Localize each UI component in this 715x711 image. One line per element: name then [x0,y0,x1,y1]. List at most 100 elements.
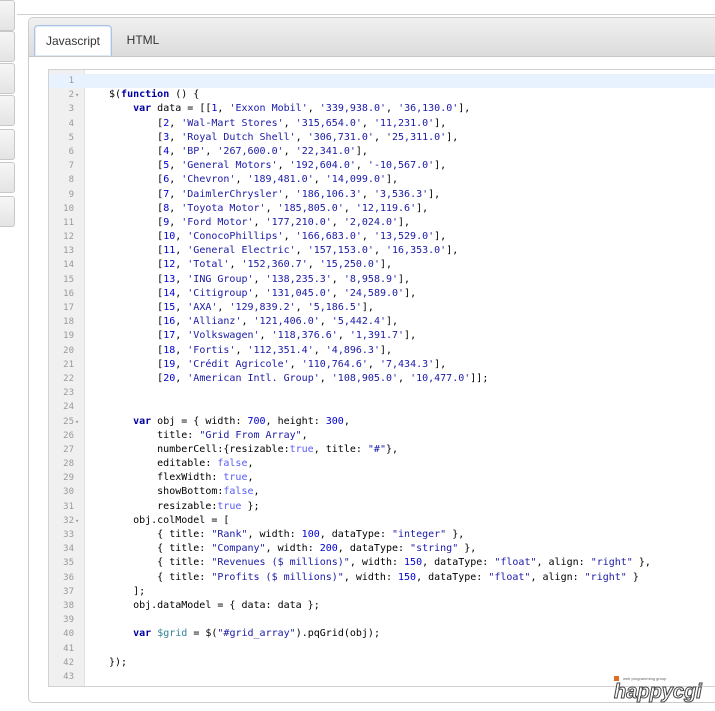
code-line[interactable]: 42}); [49,656,715,670]
code-line[interactable]: 2 ▾ $(function () { [49,88,715,102]
code-line[interactable]: 21 [19, 'Crédit Agricole', '110,764.6', … [49,358,715,372]
code-line[interactable]: 5 [3, 'Royal Dutch Shell', '306,731.0', … [49,131,715,145]
line-number: 33 [63,530,74,540]
code-line[interactable]: 11 [9, 'Ford Motor', '177,210.0', '2,024… [49,216,715,230]
code-line[interactable]: 30 showBottom:false, [49,485,715,499]
code-text: [19, 'Crédit Agricole', '110,764.6', '7,… [109,358,447,370]
code-line[interactable]: 26 title: "Grid From Array", [49,429,715,443]
tab-bar: Javascript HTML [29,18,715,57]
line-number: 24 [63,402,74,413]
code-line[interactable]: 19 [17, 'Volkswagen', '118,376.6', '1,39… [49,329,715,343]
line-number: 1 [68,76,74,86]
code-line[interactable]: 3 var data = [[1, 'Exxon Mobil', '339,93… [49,102,715,116]
line-number: 32 [63,515,74,526]
code-line[interactable]: 8 [6, 'Chevron', '189,481.0', '14,099.0'… [49,173,715,187]
code-line[interactable]: 41 [49,642,715,656]
side-tab[interactable] [0,31,15,62]
side-tab[interactable] [0,196,15,227]
tab-javascript[interactable]: Javascript [34,25,112,56]
code-line[interactable]: 18 [16, 'Allianz', '121,406.0', '5,442.4… [49,315,715,329]
code-line[interactable]: 6 [4, 'BP', '267,600.0', '22,341.0'], [49,145,715,159]
line-number: 31 [63,501,74,512]
line-number: 18 [63,317,74,328]
code-text: [20, 'American Intl. Group', '108,905.0'… [109,372,489,384]
code-line[interactable]: 34 { title: "Company", width: 200, dataT… [49,542,715,556]
code-line[interactable]: 7 [5, 'General Motors', '192,604.0', '-1… [49,159,715,173]
tab-html[interactable]: HTML [117,25,169,55]
code-text: [12, 'Total', '152,360.7', '15,250.0'], [109,259,393,271]
line-number: 37 [63,586,74,597]
code-line[interactable]: 10 [8, 'Toyota Motor', '185,805.0', '12,… [49,202,715,216]
code-line[interactable]: 20 [18, 'Fortis', '112,351.4', '4,896.3'… [49,344,715,358]
code-line[interactable]: 15 [13, 'ING Group', '138,235.3', '8,958… [49,273,715,287]
code-text: editable: false, [109,458,254,470]
side-tab[interactable] [0,0,15,31]
code-text: obj.colModel = [ [109,514,230,526]
code-panel: Javascript HTML 1 2 ▾ $(function () {3 var … [28,17,715,703]
line-number: 16 [63,288,74,299]
code-line[interactable]: 24 [49,400,715,414]
code-text: { title: "Profits ($ millions)", width: … [109,571,639,583]
code-line[interactable]: 36 { title: "Profits ($ millions)", widt… [49,571,715,585]
line-number: 23 [63,388,74,399]
code-editor[interactable]: 1 2 ▾ $(function () {3 var data = [[1, 'Exx… [48,69,715,687]
code-line[interactable]: 4 [2, 'Wal-Mart Stores', '315,654.0', '1… [49,117,715,131]
code-line[interactable]: 28 editable: false, [49,457,715,471]
side-tab[interactable] [0,95,15,126]
line-number: 6 [68,146,74,157]
line-number: 40 [63,629,74,640]
line-number: 11 [63,217,74,228]
side-tab[interactable] [0,162,15,193]
line-number: 5 [68,132,74,143]
code-text: [13, 'ING Group', '138,235.3', '8,958.9'… [109,273,411,285]
code-line[interactable]: 31 resizable:true }; [49,500,715,514]
code-line[interactable]: 39 [49,613,715,627]
code-text: [10, 'ConocoPhillips', '166,683.0', '13,… [109,231,447,243]
line-number: 20 [63,345,74,356]
code-line[interactable]: 16 [14, 'Citigroup', '131,045.0', '24,58… [49,287,715,301]
fold-arrow-icon[interactable]: ▾ [75,415,79,429]
code-text: [9, 'Ford Motor', '177,210.0', '2,024.0'… [109,216,411,228]
line-number: 30 [63,487,74,498]
code-text: flexWidth: true, [109,472,254,484]
code-line[interactable]: 38 obj.dataModel = { data: data }; [49,599,715,613]
code-line[interactable]: 9 [7, 'DaimlerChrysler', '186,106.3', '3… [49,188,715,202]
side-tab[interactable] [0,63,15,94]
code-text: [16, 'Allianz', '121,406.0', '5,442.4'], [109,316,399,328]
top-divider [17,14,715,15]
code-text: $(function () { [109,89,200,101]
code-line[interactable]: 22 [20, 'American Intl. Group', '108,905… [49,372,715,386]
code-text: [6, 'Chevron', '189,481.0', '14,099.0'], [109,174,399,186]
code-text: [7, 'DaimlerChrysler', '186,106.3', '3,5… [109,188,441,200]
code-line[interactable]: 1 [49,74,715,89]
code-line[interactable]: 17 [15, 'AXA', '129,839.2', '5,186.5'], [49,301,715,315]
code-line[interactable]: 27 numberCell:{resizable:true, title: "#… [49,443,715,457]
side-tab[interactable] [0,129,15,160]
code-line[interactable]: 13 [11, 'General Electric', '157,153.0',… [49,244,715,258]
line-number: 2 [68,90,74,101]
code-line[interactable]: 25 ▾ var obj = { width: 700, height: 300, [49,415,715,429]
code-line[interactable]: 12 [10, 'ConocoPhillips', '166,683.0', '… [49,230,715,244]
fold-arrow-icon[interactable]: ▾ [75,514,79,528]
code-text: { title: "Revenues ($ millions)", width:… [109,557,651,569]
line-number: 36 [63,572,74,583]
code-line[interactable]: 33 { title: "Rank", width: 100, dataType… [49,528,715,542]
code-line[interactable]: 14 [12, 'Total', '152,360.7', '15,250.0'… [49,258,715,272]
code-line[interactable]: 35 { title: "Revenues ($ millions)", wid… [49,556,715,570]
code-line[interactable]: 32 ▾ obj.colModel = [ [49,514,715,528]
code-text: var $grid = $("#grid_array").pqGrid(obj)… [133,628,380,640]
line-number: 10 [63,203,74,214]
code-line[interactable]: 29 flexWidth: true, [49,471,715,485]
line-number: 21 [63,359,74,370]
line-number: 27 [63,444,74,455]
fold-arrow-icon[interactable]: ▾ [75,88,79,102]
line-number: 35 [63,558,74,569]
line-number: 12 [63,232,74,243]
code-line[interactable]: 37 ]; [49,585,715,599]
line-number: 28 [63,459,74,470]
code-line[interactable]: 23 [49,386,715,400]
code-text: [11, 'General Electric', '157,153.0', '1… [109,245,459,257]
code-text: showBottom:false, [109,486,260,498]
code-line[interactable]: 40 var $grid = $("#grid_array").pqGrid(o… [49,627,715,641]
line-number: 9 [68,189,74,200]
